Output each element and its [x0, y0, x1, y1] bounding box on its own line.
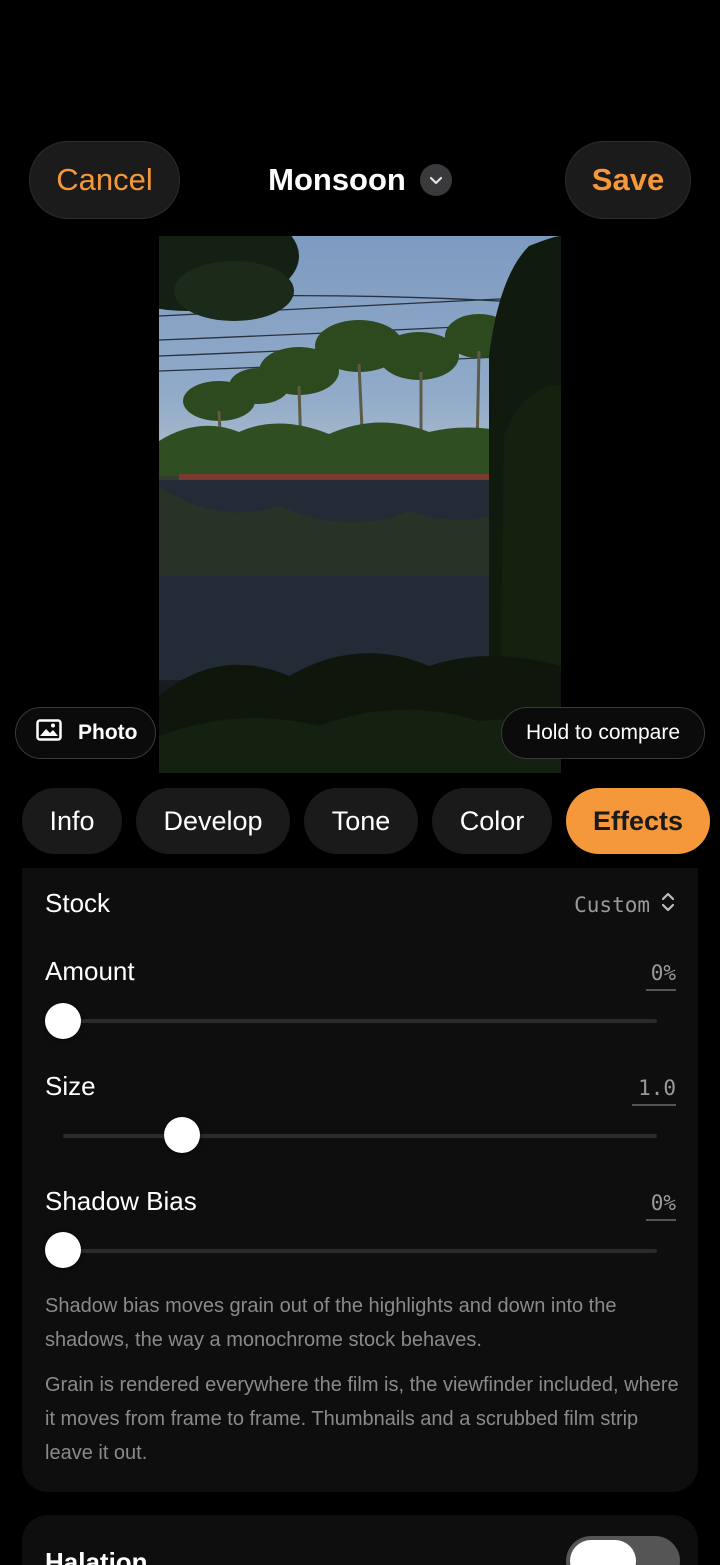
compare-label: Hold to compare [525, 721, 681, 744]
preset-title: Monsoon [268, 162, 406, 197]
preset-title-dropdown[interactable]: Monsoon [255, 158, 465, 202]
amount-slider-thumb[interactable] [45, 1003, 81, 1039]
save-button[interactable]: Save [565, 141, 691, 219]
grain-rendering-note: Grain is rendered everywhere the film is… [45, 1374, 679, 1464]
shadow-bias-label: Shadow Bias [45, 1186, 197, 1216]
amount-value[interactable]: 0% [651, 961, 676, 985]
tab-develop[interactable]: Develop [136, 788, 290, 854]
tab-color[interactable]: Color [432, 788, 552, 854]
stock-picker[interactable]: Custom [574, 890, 676, 919]
shadow-bias-value[interactable]: 0% [651, 1191, 676, 1215]
size-value[interactable]: 1.0 [638, 1076, 676, 1100]
chevron-down-icon [419, 164, 452, 196]
size-label: Size [45, 1071, 96, 1101]
amount-value-underline [646, 989, 676, 991]
halation-label: Halation [45, 1547, 148, 1565]
up-down-chevron-icon [660, 890, 676, 919]
size-slider-track[interactable] [63, 1134, 657, 1138]
shadow-bias-slider-track[interactable] [63, 1249, 657, 1253]
photo-preview[interactable] [159, 236, 561, 773]
photo-toggle-chip[interactable]: Photo [15, 707, 156, 759]
grain-panel: Stock Custom Amount 0% Size 1.0 Shadow B… [22, 868, 698, 1492]
amount-slider-track[interactable] [63, 1019, 657, 1023]
tab-info[interactable]: Info [22, 788, 122, 854]
photo-chip-label: Photo [78, 721, 138, 744]
tab-effects[interactable]: Effects [566, 788, 710, 854]
halation-toggle[interactable] [566, 1536, 680, 1565]
size-slider-thumb[interactable] [163, 1117, 200, 1153]
tab-tone[interactable]: Tone [304, 788, 418, 854]
shadow-bias-note: Shadow bias moves grain out of the highl… [45, 1295, 617, 1351]
photo-scene [159, 236, 561, 773]
stock-label: Stock [45, 888, 111, 918]
size-value-underline [632, 1104, 676, 1106]
toggle-knob [570, 1540, 636, 1565]
shadow-bias-slider-thumb[interactable] [45, 1232, 81, 1268]
shadow-bias-value-underline [646, 1219, 676, 1221]
hold-to-compare-button[interactable]: Hold to compare [501, 707, 705, 759]
amount-label: Amount [45, 956, 135, 986]
image-icon [36, 719, 62, 747]
cancel-button[interactable]: Cancel [29, 141, 180, 219]
stock-value: Custom [574, 892, 650, 917]
